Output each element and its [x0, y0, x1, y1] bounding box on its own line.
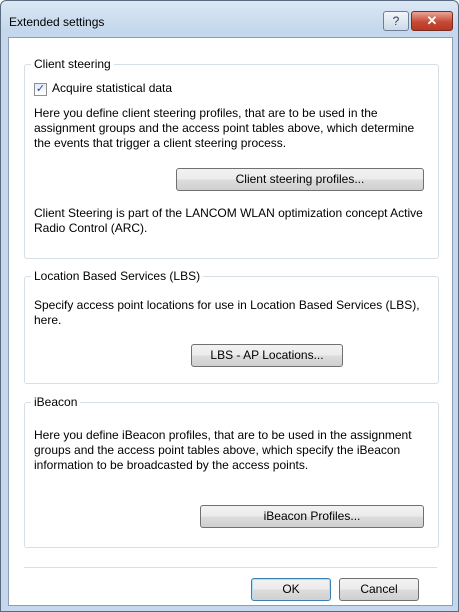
ibeacon-profiles-button[interactable]: iBeacon Profiles... — [200, 505, 424, 528]
ibeacon-description: Here you define iBeacon profiles, that a… — [34, 428, 412, 472]
group-title-lbs: Location Based Services (LBS) — [31, 269, 204, 283]
extended-settings-dialog: Extended settings ? ✕ Client steering ✓ … — [0, 0, 459, 612]
group-location-based-services: Location Based Services (LBS) Specify ac… — [24, 269, 439, 384]
window-title: Extended settings — [9, 15, 105, 29]
group-title-ibeacon: iBeacon — [31, 395, 81, 409]
footer-divider — [24, 567, 437, 568]
title-bar[interactable]: Extended settings ? ✕ — [1, 1, 458, 37]
dialog-body: Client steering ✓ Acquire statistical da… — [8, 37, 453, 606]
client-steering-description: Here you define client steering profiles… — [34, 106, 415, 150]
ok-button[interactable]: OK — [251, 578, 331, 601]
lbs-ap-locations-button[interactable]: LBS - AP Locations... — [191, 344, 343, 367]
acquire-statistical-data-label[interactable]: Acquire statistical data — [52, 81, 172, 96]
close-icon[interactable]: ✕ — [411, 11, 453, 31]
lbs-description: Specify access point locations for use i… — [34, 298, 420, 327]
cancel-button[interactable]: Cancel — [339, 578, 419, 601]
group-client-steering: Client steering ✓ Acquire statistical da… — [24, 57, 439, 259]
group-title-client-steering: Client steering — [31, 57, 114, 71]
help-icon[interactable]: ? — [383, 11, 409, 31]
group-ibeacon: iBeacon Here you define iBeacon profiles… — [24, 395, 439, 548]
client-steering-profiles-button[interactable]: Client steering profiles... — [176, 168, 424, 191]
acquire-statistical-data-checkbox[interactable]: ✓ — [34, 83, 47, 96]
client-steering-note: Client Steering is part of the LANCOM WL… — [34, 206, 423, 235]
